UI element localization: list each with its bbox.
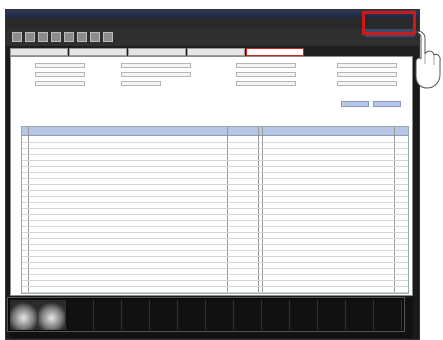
table-row[interactable]: [22, 274, 408, 275]
toolbar-button[interactable]: [103, 32, 113, 42]
form-field[interactable]: [35, 72, 85, 77]
table-row[interactable]: [22, 238, 408, 239]
form-field[interactable]: [121, 72, 191, 77]
main-panel: [10, 56, 413, 296]
tab[interactable]: [128, 48, 186, 56]
table-row[interactable]: [22, 148, 408, 149]
toolbar-button[interactable]: [51, 32, 61, 42]
thumbnail[interactable]: [290, 300, 318, 330]
toolbar-button[interactable]: [38, 32, 48, 42]
table-row[interactable]: [22, 250, 408, 251]
action-button-2[interactable]: [373, 101, 401, 107]
form-field[interactable]: [121, 63, 191, 68]
form-field[interactable]: [35, 63, 85, 68]
table-row[interactable]: [22, 286, 408, 287]
thumbnail[interactable]: [38, 300, 66, 330]
tab[interactable]: [10, 48, 68, 56]
thumbnail[interactable]: [10, 300, 38, 330]
toolbar-button[interactable]: [64, 32, 74, 42]
thumbnail[interactable]: [318, 300, 346, 330]
table-row[interactable]: [22, 202, 408, 203]
toolbar-button[interactable]: [90, 32, 100, 42]
table-row[interactable]: [22, 196, 408, 197]
thumbnail-strip[interactable]: [7, 297, 405, 332]
thumbnail[interactable]: [234, 300, 262, 330]
data-grid[interactable]: [21, 126, 409, 294]
toolbar-button[interactable]: [77, 32, 87, 42]
table-row[interactable]: [22, 292, 408, 293]
table-row[interactable]: [22, 232, 408, 233]
form-field[interactable]: [236, 81, 296, 86]
table-row[interactable]: [22, 160, 408, 161]
application-window: [5, 9, 420, 340]
table-row[interactable]: [22, 142, 408, 143]
thumbnail[interactable]: [374, 300, 402, 330]
form-field[interactable]: [35, 81, 85, 86]
thumbnail[interactable]: [150, 300, 178, 330]
table-row[interactable]: [22, 220, 408, 221]
table-row[interactable]: [22, 190, 408, 191]
toolbar-button[interactable]: [12, 32, 22, 42]
thumbnail[interactable]: [346, 300, 374, 330]
table-row[interactable]: [22, 280, 408, 281]
form-field[interactable]: [121, 81, 161, 86]
title-bar: [6, 10, 419, 18]
table-row[interactable]: [22, 208, 408, 209]
tab-active[interactable]: [246, 48, 304, 56]
highlight-box: [362, 11, 416, 35]
tab-strip: [6, 46, 419, 56]
form-field[interactable]: [337, 81, 397, 86]
action-button-1[interactable]: [341, 101, 369, 107]
toolbar: [6, 28, 419, 46]
thumbnail[interactable]: [206, 300, 234, 330]
pointing-hand-icon: [415, 31, 441, 89]
grid-header: [22, 127, 408, 136]
form-field[interactable]: [337, 63, 397, 68]
thumbnail[interactable]: [94, 300, 122, 330]
table-row[interactable]: [22, 184, 408, 185]
form-field[interactable]: [236, 63, 296, 68]
toolbar-button[interactable]: [25, 32, 35, 42]
thumbnail[interactable]: [66, 300, 94, 330]
form-field[interactable]: [337, 72, 397, 77]
table-row[interactable]: [22, 166, 408, 167]
table-row[interactable]: [22, 214, 408, 215]
table-row[interactable]: [22, 262, 408, 263]
table-row[interactable]: [22, 154, 408, 155]
table-row[interactable]: [22, 244, 408, 245]
table-row[interactable]: [22, 268, 408, 269]
form-field[interactable]: [236, 72, 296, 77]
menu-bar: [6, 18, 419, 28]
thumbnail[interactable]: [122, 300, 150, 330]
table-row[interactable]: [22, 178, 408, 179]
table-row[interactable]: [22, 256, 408, 257]
thumbnail[interactable]: [262, 300, 290, 330]
table-row[interactable]: [22, 172, 408, 173]
table-row[interactable]: [22, 226, 408, 227]
thumbnail[interactable]: [178, 300, 206, 330]
tab[interactable]: [69, 48, 127, 56]
tab[interactable]: [187, 48, 245, 56]
